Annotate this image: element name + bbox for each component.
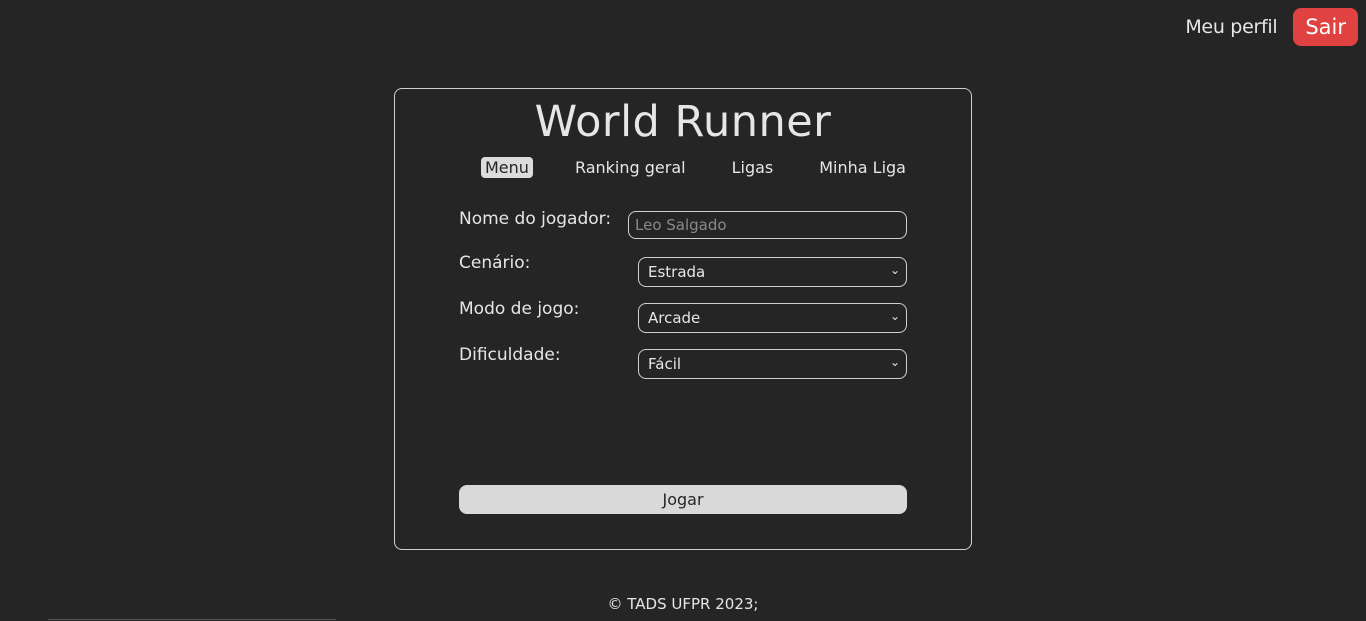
player-name-label: Nome do jogador: [459, 209, 612, 229]
difficulty-row: Dificuldade: Fácil ⌄ [459, 345, 908, 379]
mode-select[interactable]: Arcade ⌄ [638, 303, 907, 333]
difficulty-select[interactable]: Fácil ⌄ [638, 349, 907, 379]
player-row: Nome do jogador: [459, 209, 908, 239]
player-name-input[interactable] [628, 211, 907, 239]
difficulty-label: Dificuldade: [459, 345, 561, 365]
nav-item-minha-liga[interactable]: Minha Liga [815, 157, 910, 178]
chevron-down-icon: ⌄ [889, 309, 900, 323]
mode-row: Modo de jogo: Arcade ⌄ [459, 299, 908, 333]
nav-item-ranking-geral[interactable]: Ranking geral [571, 157, 690, 178]
mode-value: Arcade [648, 309, 701, 327]
nav-item-ligas[interactable]: Ligas [728, 157, 778, 178]
logout-button[interactable]: Sair [1293, 8, 1358, 46]
chevron-down-icon: ⌄ [889, 355, 900, 369]
main-nav: Menu Ranking geral Ligas Minha Liga [481, 157, 910, 178]
scenario-row: Cenário: Estrada ⌄ [459, 253, 908, 287]
scenario-select[interactable]: Estrada ⌄ [638, 257, 907, 287]
nav-item-menu[interactable]: Menu [481, 157, 533, 178]
footer-copyright: © TADS UFPR 2023; [607, 595, 759, 613]
chevron-down-icon: ⌄ [889, 263, 900, 277]
top-bar: Meu perfil Sair [1185, 8, 1358, 46]
difficulty-value: Fácil [648, 355, 682, 373]
play-button[interactable]: Jogar [459, 485, 907, 514]
scenario-value: Estrada [648, 263, 706, 281]
divider [48, 619, 336, 620]
scenario-label: Cenário: [459, 253, 531, 273]
mode-label: Modo de jogo: [459, 299, 580, 319]
main-card: World Runner Menu Ranking geral Ligas Mi… [394, 88, 972, 550]
profile-link[interactable]: Meu perfil [1185, 16, 1277, 38]
page-title: World Runner [534, 97, 832, 147]
